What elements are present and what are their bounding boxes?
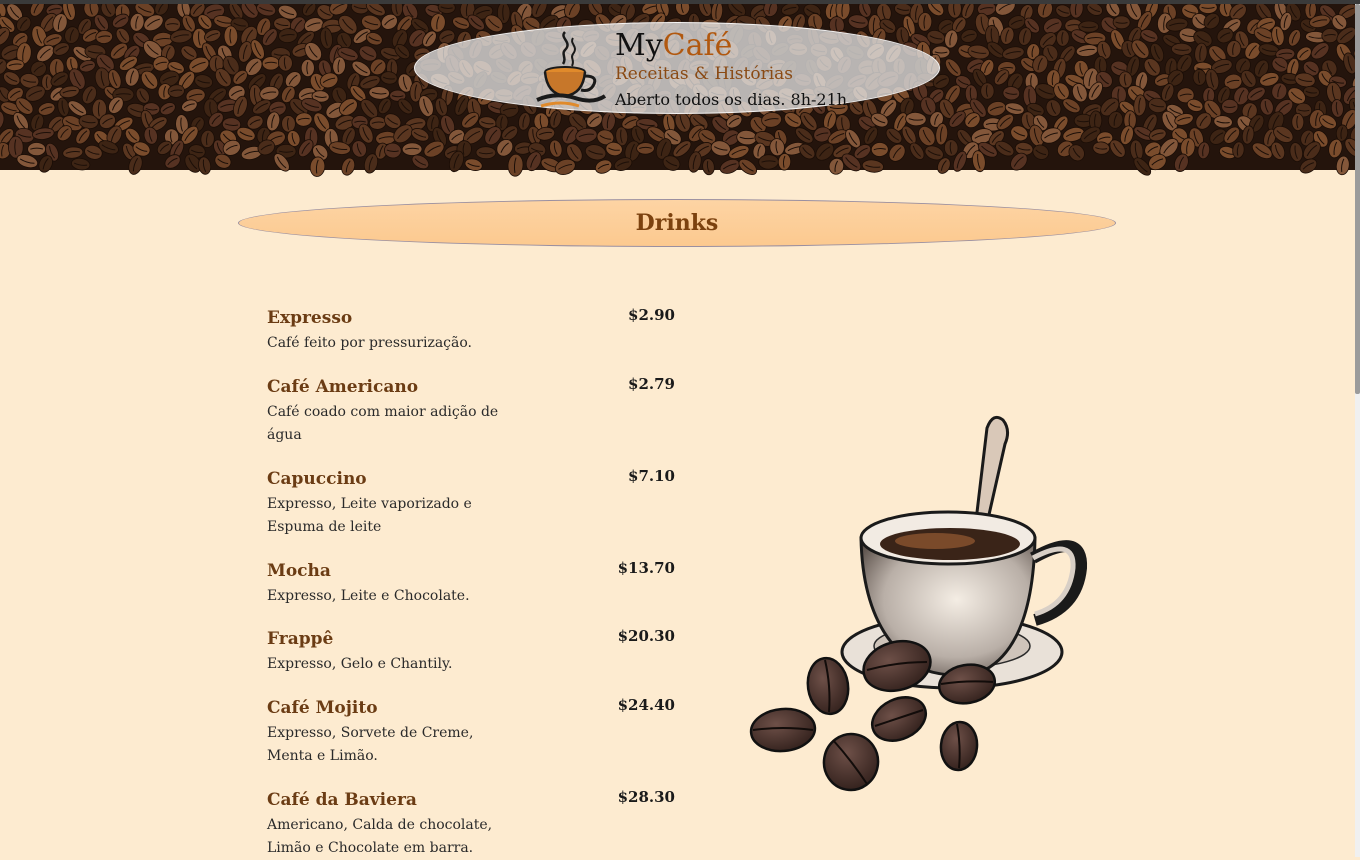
opening-hours: Aberto todos os dias. 8h-21h [615, 90, 848, 109]
page-scrollbar-thumb[interactable] [1355, 4, 1360, 394]
menu-item-price: $2.90 [628, 306, 675, 324]
menu-item-price: $7.10 [628, 467, 675, 485]
menu-item-price: $13.70 [617, 559, 675, 577]
brand-prefix: My [615, 28, 663, 63]
menu-item-price: $24.40 [617, 696, 675, 714]
brand-title: MyCafé [615, 30, 732, 62]
menu-item-name: Café Americano [267, 377, 419, 397]
menu-item-name: Café da Baviera [267, 790, 417, 810]
menu-item-price: $2.79 [628, 375, 675, 393]
menu-item-description: Expresso, Leite e Chocolate. [267, 588, 470, 604]
menu-item-name: Frappê [267, 629, 334, 649]
menu-item-description: Expresso, Gelo e Chantily. [267, 656, 453, 672]
coffee-cup-beans-illustration [749, 415, 1088, 792]
coffee-cup-steam-icon [536, 31, 607, 108]
menu-item-price: $20.30 [617, 627, 675, 645]
menu-item-name: Café Mojito [267, 698, 378, 718]
section-title: Drinks [635, 210, 719, 236]
menu-item-name: Mocha [267, 561, 331, 581]
brand-subtitle: Receitas & Histórias [615, 64, 793, 84]
menu-item-name: Expresso [267, 308, 353, 328]
menu-item-description: Expresso, Leite vaporizado e Espuma de l… [267, 496, 472, 535]
menu-item-price: $28.30 [617, 788, 675, 806]
brand-accent: Café [662, 28, 733, 63]
menu-item-description: Café coado com maior adição de água [267, 404, 499, 443]
menu-item-description: Café feito por pressurização. [267, 335, 472, 351]
menu-item-name: Capuccino [267, 469, 367, 489]
menu-item-description: Americano, Calda de chocolate, Limão e C… [267, 817, 493, 856]
menu-item-description: Expresso, Sorvete de Creme, Menta e Limã… [267, 725, 474, 764]
